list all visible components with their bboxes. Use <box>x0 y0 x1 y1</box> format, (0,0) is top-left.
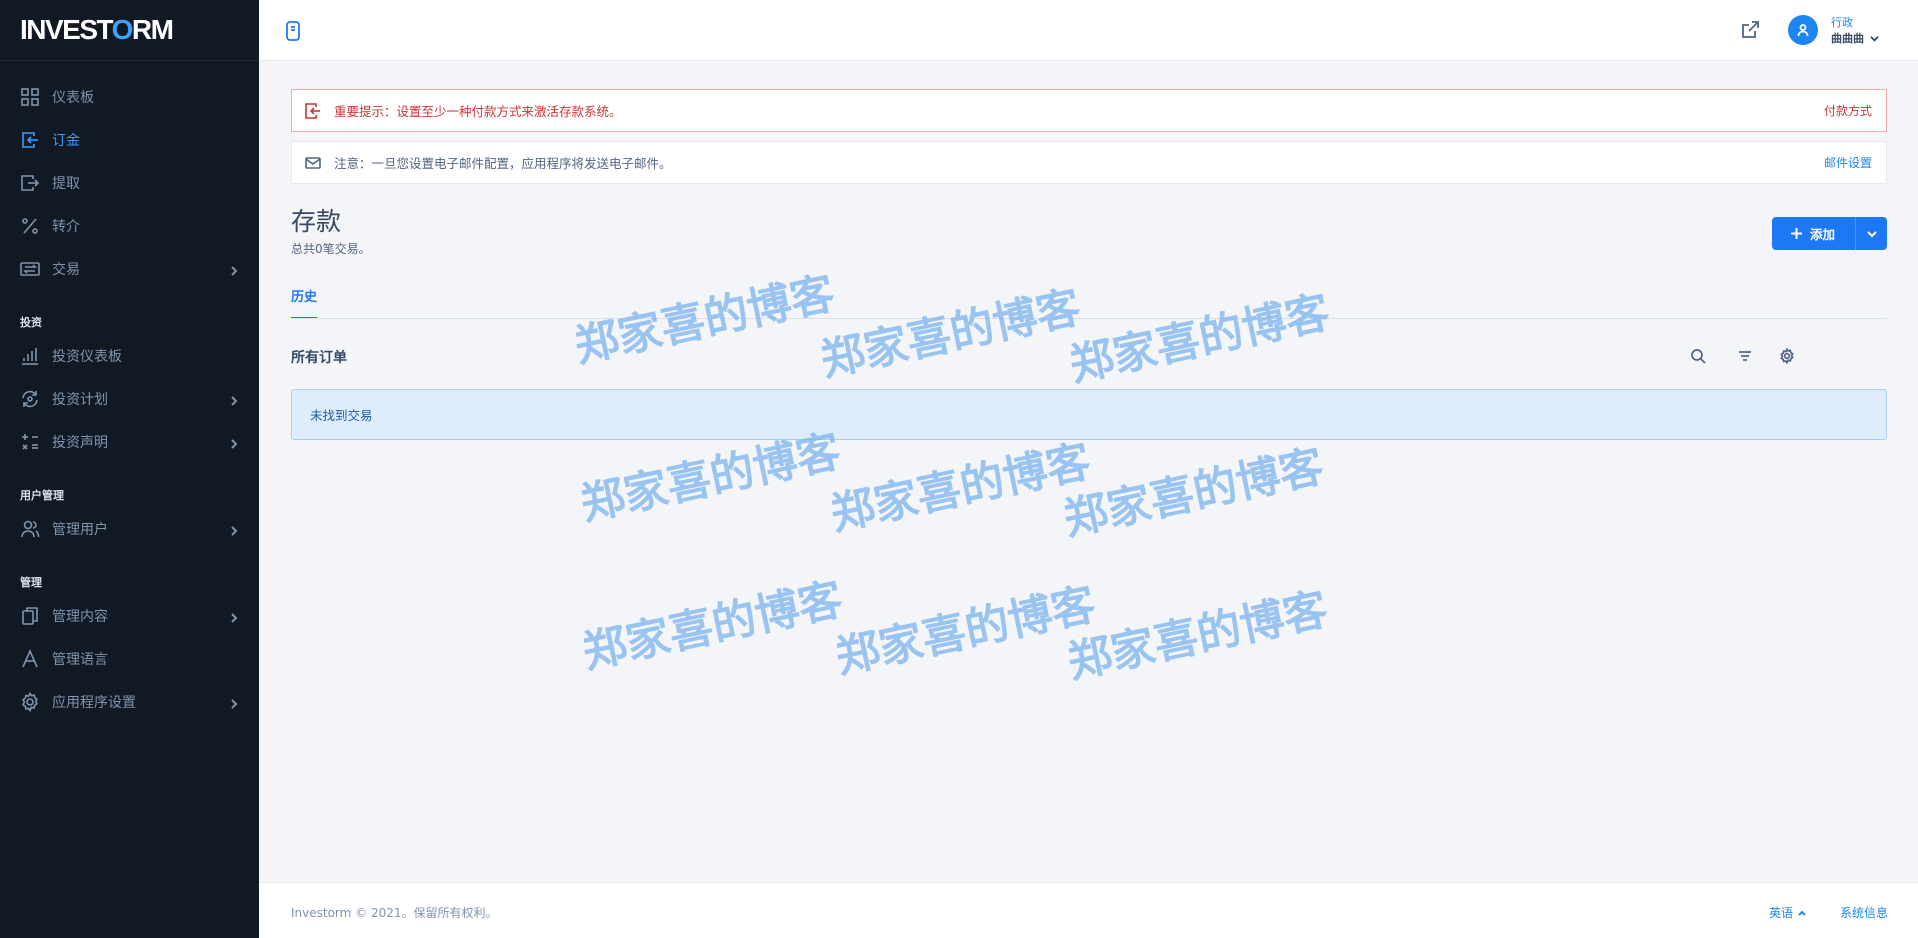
sidebar-item-dashboard[interactable]: 仪表板 <box>0 75 259 118</box>
chevron-right-icon <box>229 264 239 276</box>
chevron-right-icon <box>229 394 239 406</box>
sidebar-item-invest-plans[interactable]: 投资计划 <box>0 377 259 420</box>
tab-divider <box>291 318 1887 319</box>
deposit-icon <box>20 130 40 150</box>
sidebar-item-app-settings[interactable]: 应用程序设置 <box>0 680 259 723</box>
plus-icon <box>1790 227 1803 240</box>
external-link-icon[interactable] <box>1740 20 1760 40</box>
alert-text: 重要提示：设置至少一种付款方式来激活存款系统。 <box>334 104 622 119</box>
grid-icon <box>20 87 40 107</box>
brand-logo[interactable]: INVESTORM <box>0 0 259 61</box>
exchange-icon <box>20 259 40 279</box>
add-dropdown-toggle[interactable] <box>1855 217 1887 250</box>
logo-text: INVESTORM <box>20 14 174 45</box>
user-name: 曲曲曲 <box>1831 32 1864 45</box>
footer: Investorm © 2021。保留所有权利。 英语 系统信息 <box>259 882 1918 938</box>
percent-icon <box>20 216 40 236</box>
language-selector[interactable]: 英语 <box>1769 904 1806 921</box>
sidebar-item-manage-users[interactable]: 管理用户 <box>0 507 259 550</box>
user-role: 行政 <box>1831 16 1853 29</box>
chevron-right-icon <box>229 611 239 623</box>
calc-icon <box>20 432 40 452</box>
withdraw-icon <box>20 173 40 193</box>
page-subtitle: 总共0笔交易。 <box>291 242 371 256</box>
sidebar-item-label: 订金 <box>52 132 80 149</box>
sidebar-item-label: 管理内容 <box>52 608 108 625</box>
sidebar: INVESTORM 仪表板 订金 提取 转介 交易 投资 投资仪表板 投资计划 … <box>0 0 259 938</box>
empty-state-message: 未找到交易 <box>291 389 1887 440</box>
sidebar-item-label: 投资计划 <box>52 391 108 408</box>
page-title: 存款 <box>291 207 342 236</box>
refresh-coin-icon <box>20 389 40 409</box>
avatar[interactable] <box>1788 15 1818 45</box>
users-icon <box>20 519 40 539</box>
sidebar-item-label: 转介 <box>52 218 80 235</box>
sidebar-item-label: 管理语言 <box>52 651 108 668</box>
sidebar-item-label: 管理用户 <box>52 521 108 538</box>
section-heading-manage: 管理 <box>20 576 42 589</box>
chevron-up-icon <box>1798 910 1806 916</box>
copyright-text: Investorm © 2021。保留所有权利。 <box>291 906 498 920</box>
sidebar-item-label: 投资声明 <box>52 434 108 451</box>
sidebar-item-referral[interactable]: 转介 <box>0 204 259 247</box>
deposit-warning-icon <box>304 102 322 120</box>
payment-methods-link[interactable]: 付款方式 <box>1824 102 1872 119</box>
chevron-down-icon <box>1866 230 1877 237</box>
alert-text: 注意：一旦您设置电子邮件配置，应用程序将发送电子邮件。 <box>334 156 672 171</box>
add-button-label: 添加 <box>1810 227 1836 242</box>
sidebar-item-invest-statement[interactable]: 投资声明 <box>0 420 259 463</box>
copy-icon <box>20 606 40 626</box>
sidebar-item-invest-dashboard[interactable]: 投资仪表板 <box>0 334 259 377</box>
user-icon <box>1797 24 1809 37</box>
payment-method-alert: 重要提示：设置至少一种付款方式来激活存款系统。 付款方式 <box>291 89 1887 132</box>
main-content: 重要提示：设置至少一种付款方式来激活存款系统。 付款方式 注意：一旦您设置电子邮… <box>259 61 1918 882</box>
tab-history[interactable]: 历史 <box>291 286 318 319</box>
sidebar-nav: 仪表板 订金 提取 转介 交易 投资 投资仪表板 投资计划 投资声明 用户管理 … <box>0 61 259 723</box>
sidebar-item-label: 提取 <box>52 175 80 192</box>
section-heading-invest: 投资 <box>20 316 42 329</box>
search-icon[interactable] <box>1690 348 1706 364</box>
section-heading-users: 用户管理 <box>20 489 64 502</box>
sidebar-item-deposit[interactable]: 订金 <box>0 118 259 161</box>
gear-icon <box>20 691 40 712</box>
sidebar-item-label: 交易 <box>52 261 80 278</box>
chevron-down-icon <box>1870 35 1879 42</box>
orders-card-title: 所有订单 <box>291 350 347 366</box>
sidebar-toggle-icon[interactable] <box>285 20 301 42</box>
email-config-alert: 注意：一旦您设置电子邮件配置，应用程序将发送电子邮件。 邮件设置 <box>291 141 1887 184</box>
sidebar-item-transactions[interactable]: 交易 <box>0 247 259 290</box>
sidebar-item-manage-language[interactable]: 管理语言 <box>0 637 259 680</box>
top-header: 行政 曲曲曲 <box>259 0 1918 61</box>
email-settings-link[interactable]: 邮件设置 <box>1824 154 1872 171</box>
add-button[interactable]: 添加 <box>1772 217 1887 250</box>
filter-icon[interactable] <box>1737 348 1753 364</box>
chevron-right-icon <box>229 437 239 449</box>
sidebar-item-manage-content[interactable]: 管理内容 <box>0 594 259 637</box>
sidebar-item-label: 仪表板 <box>52 89 94 106</box>
system-info-link[interactable]: 系统信息 <box>1840 904 1888 921</box>
settings-gear-icon[interactable] <box>1779 347 1795 365</box>
chevron-right-icon <box>229 697 239 709</box>
bar-chart-icon <box>20 346 40 366</box>
font-icon <box>20 648 40 669</box>
language-label: 英语 <box>1769 906 1794 920</box>
mail-icon <box>304 154 322 172</box>
chevron-right-icon <box>229 524 239 536</box>
sidebar-item-withdraw[interactable]: 提取 <box>0 161 259 204</box>
sidebar-item-label: 投资仪表板 <box>52 348 122 365</box>
sidebar-item-label: 应用程序设置 <box>52 694 136 711</box>
user-menu-toggle[interactable]: 曲曲曲 <box>1831 30 1879 46</box>
